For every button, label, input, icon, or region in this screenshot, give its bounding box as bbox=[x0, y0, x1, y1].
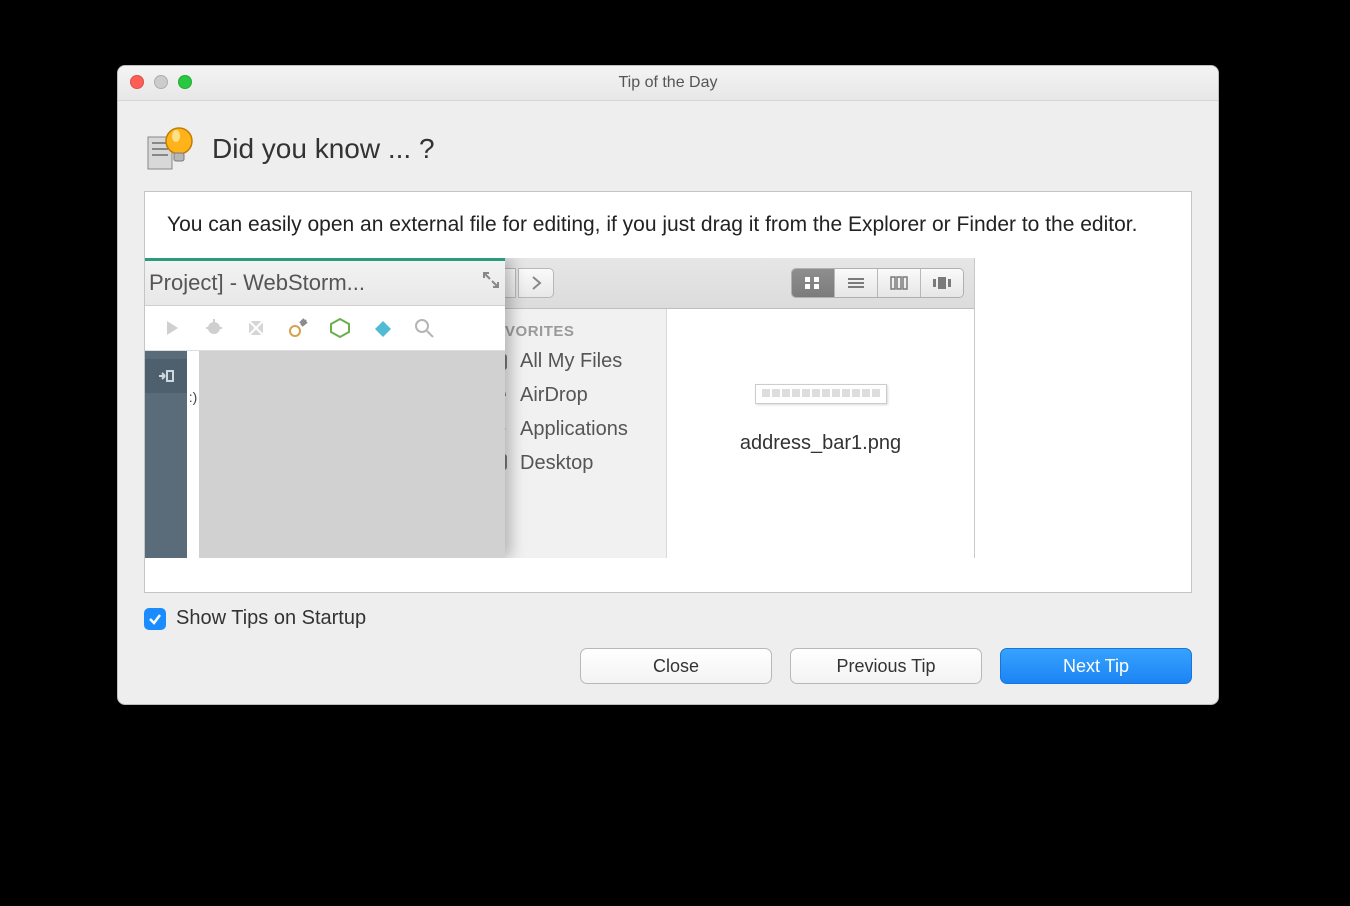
minimize-window-icon[interactable] bbox=[154, 75, 168, 89]
view-list-icon[interactable] bbox=[835, 269, 878, 297]
previous-tip-button[interactable]: Previous Tip bbox=[790, 648, 982, 684]
tip-illustration: FAVORITES All My Files bbox=[145, 258, 975, 558]
tip-of-the-day-dialog: Tip of the Day Did you know ... ? You ca… bbox=[117, 65, 1219, 705]
next-tip-button[interactable]: Next Tip bbox=[1000, 648, 1192, 684]
close-window-icon[interactable] bbox=[130, 75, 144, 89]
zoom-window-icon[interactable] bbox=[178, 75, 192, 89]
search-icon[interactable] bbox=[411, 315, 437, 341]
button-label: Next Tip bbox=[1063, 656, 1129, 677]
debug-icon[interactable] bbox=[201, 315, 227, 341]
lightbulb-icon bbox=[144, 121, 200, 177]
heading: Did you know ... ? bbox=[212, 133, 435, 165]
toolwindow-tab-icon[interactable] bbox=[145, 359, 187, 393]
heading-row: Did you know ... ? bbox=[144, 121, 1192, 177]
button-label: Close bbox=[653, 656, 699, 677]
project-tree[interactable] bbox=[199, 351, 505, 558]
tip-text: You can easily open an external file for… bbox=[167, 210, 1169, 240]
view-icons-icon[interactable] bbox=[792, 269, 835, 297]
file-label: address_bar1.png bbox=[740, 432, 901, 455]
finder-toolbar bbox=[466, 258, 974, 309]
editor-gutter: :) bbox=[187, 351, 199, 558]
button-row: Close Previous Tip Next Tip bbox=[144, 648, 1192, 684]
show-tips-row: Show Tips on Startup bbox=[144, 607, 1192, 630]
dialog-content: Did you know ... ? You can easily open a… bbox=[118, 101, 1218, 704]
finder-view-group bbox=[791, 268, 964, 298]
show-tips-checkbox[interactable] bbox=[144, 608, 166, 630]
nodejs-icon[interactable] bbox=[327, 315, 353, 341]
finder-body: FAVORITES All My Files bbox=[466, 309, 974, 558]
webstorm-toolbar bbox=[145, 306, 505, 351]
coverage-icon[interactable] bbox=[243, 315, 269, 341]
tip-panel: You can easily open an external file for… bbox=[144, 191, 1192, 593]
webstorm-titlebar: Project] - WebStorm... bbox=[145, 258, 505, 306]
file-thumbnail[interactable] bbox=[755, 384, 887, 404]
window-controls bbox=[130, 75, 192, 89]
nav-forward-icon[interactable] bbox=[518, 268, 554, 298]
window-title: Tip of the Day bbox=[118, 74, 1218, 92]
sidebar-item-label: All My Files bbox=[520, 350, 622, 373]
dart-icon[interactable] bbox=[369, 315, 395, 341]
view-columns-icon[interactable] bbox=[878, 269, 921, 297]
webstorm-window: Project] - WebStorm... bbox=[145, 258, 505, 558]
fullscreen-icon[interactable] bbox=[481, 270, 501, 296]
webstorm-body: :) bbox=[145, 351, 505, 558]
show-tips-label: Show Tips on Startup bbox=[176, 607, 366, 630]
view-coverflow-icon[interactable] bbox=[921, 269, 963, 297]
run-icon[interactable] bbox=[159, 315, 185, 341]
sidebar-item-label: Applications bbox=[520, 418, 628, 441]
webstorm-title: Project] - WebStorm... bbox=[149, 270, 365, 296]
sidebar-item-label: AirDrop bbox=[520, 384, 588, 407]
button-label: Previous Tip bbox=[836, 656, 935, 677]
settings-icon[interactable] bbox=[285, 315, 311, 341]
finder-file-view: address_bar1.png bbox=[667, 309, 974, 558]
titlebar: Tip of the Day bbox=[118, 66, 1218, 101]
finder-window: FAVORITES All My Files bbox=[465, 258, 975, 558]
sidebar-item-label: Desktop bbox=[520, 452, 593, 475]
close-button[interactable]: Close bbox=[580, 648, 772, 684]
webstorm-toolwindow-bar bbox=[145, 351, 187, 558]
